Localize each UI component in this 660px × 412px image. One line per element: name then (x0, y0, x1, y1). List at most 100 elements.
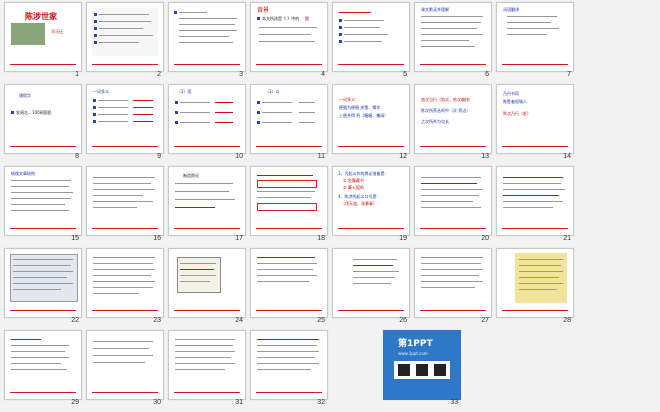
slide-thumb-6[interactable]: 课文默读并理解 6 (411, 2, 493, 84)
slide-thumb-33[interactable]: 第1PPT www.1ppt.com 33 (380, 330, 462, 412)
slide-number: 4 (321, 71, 325, 78)
slide-number: 2 (157, 71, 161, 78)
slide-thumb-18[interactable]: 18 (247, 166, 329, 248)
slide-thumb-32[interactable]: 32 (247, 330, 329, 412)
slide-number: 19 (399, 235, 407, 242)
slide-heading: 背景 (257, 7, 270, 14)
slide-number: 7 (567, 71, 571, 78)
slide-line: 陈胜者阳城人 (503, 99, 527, 104)
slide-line: （伐无道，诛暴秦） (341, 201, 377, 206)
slide-number: 6 (485, 71, 489, 78)
photo (11, 23, 45, 45)
slide-sorter-grid: 陈涉世家 司马迁 1 2 3 背景 本文所选是《 》中的 题 4 5 课文默读并… (0, 0, 660, 410)
slide-number: 5 (403, 71, 407, 78)
slide-number: 22 (71, 317, 79, 324)
slide-heading: 梳理文章结构 (11, 171, 35, 176)
slide-line: 皆次当行（陷次，依次编排） (421, 97, 473, 102)
slide-thumb-8[interactable]: 通假字 发闾左，100闾国民 8 (1, 84, 83, 166)
slide-thumb-12[interactable]: 一词多义： 便殖为便殖 央策、揭竿 上便并得 吞（喔喔、播阔） 12 (329, 84, 411, 166)
slide-number: 20 (481, 235, 489, 242)
slide-thumb-9[interactable]: 一词多义 9 (83, 84, 165, 166)
slide-heading: 词语翻译 (503, 7, 519, 12)
slide-line: ② 篝火狐鸣 (343, 185, 364, 190)
slide-thumb-14[interactable]: 乃丹书帛 陈胜者阳城人 陈次乃行（赶） 14 (493, 84, 575, 166)
slide-line: ① 鱼腹藏书 (343, 178, 364, 183)
slide-thumb-31[interactable]: 31 (165, 330, 247, 412)
slide-thumb-16[interactable]: 16 (83, 166, 165, 248)
slide-line: 上便并得 吞（喔喔、播阔） (339, 113, 389, 118)
slide-number: 26 (399, 317, 407, 324)
slide-number: 17 (235, 235, 243, 242)
slide-number: 9 (157, 153, 161, 160)
slide-heading: 通假字 (19, 93, 31, 98)
slide-thumb-2[interactable]: 2 (83, 2, 165, 84)
slide-heading: （3）以 (265, 89, 280, 94)
qr-code-icon (434, 364, 446, 376)
slide-thumb-23[interactable]: 23 (83, 248, 165, 330)
slide-thumb-20[interactable]: 20 (411, 166, 493, 248)
slide-thumb-15[interactable]: 梳理文章结构 15 (1, 166, 83, 248)
slide-thumb-24[interactable]: 24 (165, 248, 247, 330)
slide-thumb-11[interactable]: （3）以 11 (247, 84, 329, 166)
slide-thumb-17[interactable]: 制造舆论 17 (165, 166, 247, 248)
slide-line: 乃丹书帛 (503, 91, 519, 96)
slide-line: 发闾左，100闾国民 (16, 110, 52, 115)
slide-line: 之次所杀为屯长 (421, 119, 449, 124)
slide-thumb-1[interactable]: 陈涉世家 司马迁 1 (1, 2, 83, 84)
slide-number: 18 (317, 235, 325, 242)
slide-number: 13 (481, 153, 489, 160)
slide-thumb-3[interactable]: 3 (165, 2, 247, 84)
slide-line: 4、陈涉的起义口号是： (338, 194, 381, 199)
slide-thumb-10[interactable]: （2）而 10 (165, 84, 247, 166)
slide-number: 33 (450, 399, 458, 406)
slide-number: 31 (235, 399, 243, 406)
slide-thumb-4[interactable]: 背景 本文所选是《 》中的 题 4 (247, 2, 329, 84)
slide-number: 23 (153, 317, 161, 324)
slide-number: 15 (71, 235, 79, 242)
slide-heading: （2）而 (177, 89, 192, 94)
slide-thumb-26[interactable]: 26 (329, 248, 411, 330)
slide-number: 28 (563, 317, 571, 324)
slide-line: 3、为起义作的舆论准备是： (338, 171, 389, 176)
slide-title: 陈涉世家 (25, 12, 57, 21)
slide-number: 32 (317, 399, 325, 406)
slide-line: 一词多义： (339, 97, 359, 102)
slide-number: 1 (75, 71, 79, 78)
slide-thumb-29[interactable]: 29 (1, 330, 83, 412)
slide-number: 29 (71, 399, 79, 406)
slide-number: 30 (153, 399, 161, 406)
slide-thumb-25[interactable]: 25 (247, 248, 329, 330)
slide-number: 14 (563, 153, 571, 160)
slide-heading: 课文默读并理解 (421, 7, 449, 12)
slide-thumb-30[interactable]: 30 (83, 330, 165, 412)
slide-number: 8 (75, 153, 79, 160)
slide-line: 题 (305, 16, 309, 21)
slide-heading: 制造舆论 (183, 173, 199, 178)
qr-code-icon (398, 364, 410, 376)
slide-thumb-21[interactable]: 21 (493, 166, 575, 248)
slide-number: 27 (481, 317, 489, 324)
slide-thumb-7[interactable]: 词语翻译 7 (493, 2, 575, 84)
slide-thumb-13[interactable]: 皆次当行（陷次，依次编排） 陈次所旁丛祠中（次 旁边） 之次所杀为屯长 13 (411, 84, 493, 166)
slide-line: 陈次乃行（赶） (503, 111, 531, 116)
slide-thumb-27[interactable]: 27 (411, 248, 493, 330)
slide-number: 10 (235, 153, 243, 160)
slide-number: 21 (563, 235, 571, 242)
slide-line: 本文所选是《 》中的 (262, 16, 300, 21)
slide-thumb-22[interactable]: 22 (1, 248, 83, 330)
slide-number: 16 (153, 235, 161, 242)
slide-number: 3 (239, 71, 243, 78)
slide-subtitle: 司马迁 (51, 29, 63, 34)
slide-line: 陈次所旁丛祠中（次 旁边） (421, 108, 471, 113)
brand-logo-text: 第1PPT (398, 339, 433, 349)
slide-number: 24 (235, 317, 243, 324)
slide-thumb-28[interactable]: 28 (493, 248, 575, 330)
slide-number: 25 (317, 317, 325, 324)
slide-thumb-19[interactable]: 3、为起义作的舆论准备是： ① 鱼腹藏书 ② 篝火狐鸣 4、陈涉的起义口号是： … (329, 166, 411, 248)
qr-code-icon (416, 364, 428, 376)
slide-line: 便殖为便殖 央策、揭竿 (339, 105, 381, 110)
slide-number: 11 (317, 153, 325, 160)
slide-thumb-5[interactable]: 5 (329, 2, 411, 84)
slide-heading: 一词多义 (93, 89, 109, 94)
brand-site: www.1ppt.com (398, 351, 428, 356)
